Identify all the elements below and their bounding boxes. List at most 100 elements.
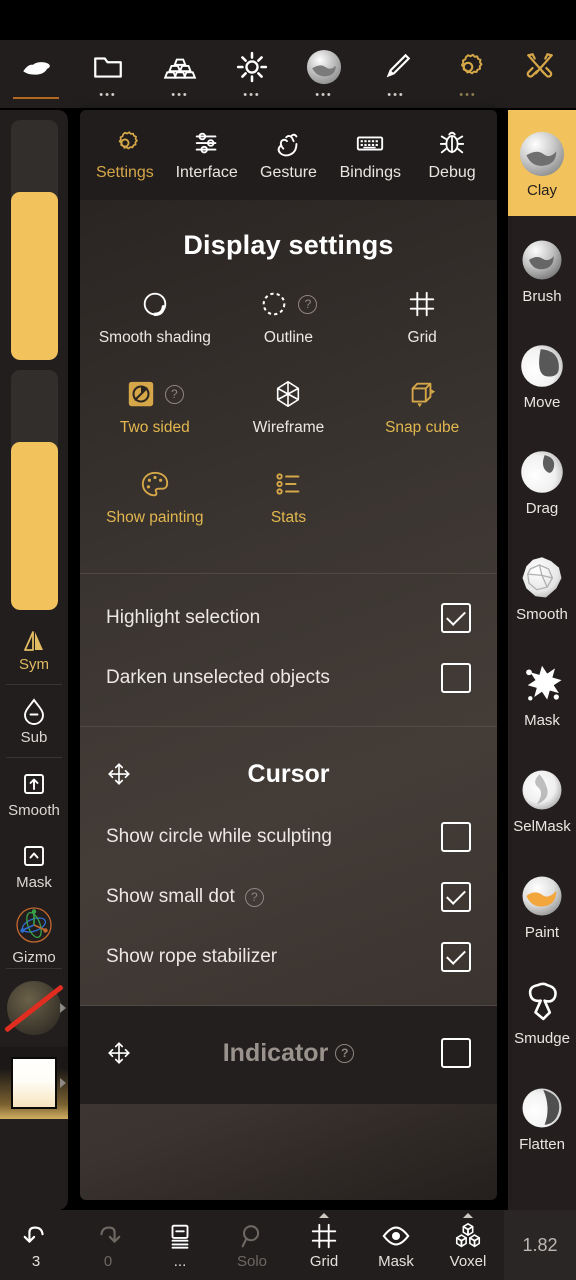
topbar-item-lighting[interactable]: ••• <box>216 40 288 108</box>
brush-label: Paint <box>524 923 560 941</box>
topbar-item-scene[interactable]: ••• <box>144 40 216 108</box>
topbar-item-files[interactable]: ••• <box>72 40 144 108</box>
show-circle-checkbox[interactable] <box>441 822 471 852</box>
brush-item-selmask[interactable]: SelMask <box>508 746 576 852</box>
brush-item-brush[interactable]: Brush <box>508 216 576 322</box>
help-icon[interactable]: ? <box>335 1043 355 1063</box>
two-sided-icon <box>128 381 154 407</box>
layers-button[interactable]: ... <box>144 1210 216 1280</box>
brush-item-drag[interactable]: Drag <box>508 428 576 534</box>
toggle-grid[interactable]: Grid <box>355 287 489 373</box>
brush-item-paint[interactable]: Paint <box>508 852 576 958</box>
swatch-fill <box>11 1057 57 1109</box>
toggle-smooth-shading[interactable]: Smooth shading <box>88 287 222 373</box>
toggle-two-sided[interactable]: ? Two sided <box>88 377 222 463</box>
row-show-small-dot[interactable]: Show small dot ? <box>80 867 497 927</box>
brush-item-smudge[interactable]: Smudge <box>508 958 576 1064</box>
panel-tab-bar: Settings Interface Gesture Bindings Debu… <box>80 110 497 200</box>
redo-button[interactable]: 0 <box>72 1210 144 1280</box>
brush-item-smooth[interactable]: Smooth <box>508 534 576 640</box>
brush-intensity-slider[interactable] <box>10 370 58 610</box>
gizmo-icon <box>16 906 52 943</box>
color-swatch[interactable] <box>0 1047 68 1119</box>
section-title: Cursor <box>247 759 330 788</box>
sidebar-item-label: Sub <box>20 728 48 746</box>
indicator-section-header[interactable]: Indicator ? <box>80 1020 497 1086</box>
toggle-outline[interactable]: ? Outline <box>222 287 356 373</box>
help-icon[interactable]: ? <box>244 887 264 907</box>
smudge-icon <box>528 982 557 1020</box>
sidebar-item-sub[interactable]: Sub <box>0 685 68 757</box>
show-rope-stabilizer-checkbox[interactable] <box>441 942 471 972</box>
topbar-item-settings[interactable]: ••• <box>432 40 504 108</box>
help-icon[interactable]: ? <box>164 384 184 404</box>
brush-radius-slider[interactable] <box>10 120 58 360</box>
toggle-show-painting[interactable]: Show painting <box>88 467 222 553</box>
bottom-toolbar: 3 0 ... Solo Grid Mask Voxel 1.82 <box>0 1210 576 1280</box>
mask-label: Mask <box>378 1252 414 1270</box>
topbar-item-sculpt[interactable] <box>0 40 72 108</box>
brush-label: Smooth <box>516 605 568 623</box>
topbar-item-material[interactable]: ••• <box>288 40 360 108</box>
toggle-stats[interactable]: Stats <box>222 467 356 553</box>
brush-icon <box>386 53 411 78</box>
move-sphere-icon <box>521 344 563 387</box>
magnifier-icon <box>241 1224 260 1247</box>
brush-item-mask[interactable]: Mask <box>508 640 576 746</box>
settings-panel: Settings Interface Gesture Bindings Debu… <box>80 110 497 1200</box>
row-show-circle[interactable]: Show circle while sculpting <box>80 807 497 867</box>
sidebar-item-mask[interactable]: Mask <box>0 830 68 902</box>
row-darken-unselected[interactable]: Darken unselected objects <box>80 648 497 708</box>
show-small-dot-checkbox[interactable] <box>441 882 471 912</box>
brush-label: SelMask <box>513 817 571 835</box>
tab-debug[interactable]: Debug <box>411 128 493 182</box>
topbar-item-paint[interactable]: ••• <box>360 40 432 108</box>
grid-button[interactable]: Grid <box>288 1210 360 1280</box>
tab-label: Gesture <box>260 164 317 181</box>
left-sidebar: Sym Sub Smooth Mask Gizmo <box>0 110 68 1210</box>
tab-gesture[interactable]: Gesture <box>248 128 330 182</box>
folder-icon <box>94 57 122 78</box>
highlight-selection-checkbox[interactable] <box>441 603 471 633</box>
selection-section: Highlight selection Darken unselected ob… <box>80 574 497 726</box>
square-up-arrow-icon <box>24 773 44 794</box>
brush-item-clay[interactable]: Clay <box>508 110 576 216</box>
dashed-circle-icon <box>263 292 286 316</box>
tab-interface[interactable]: Interface <box>166 128 248 182</box>
divider <box>80 573 497 574</box>
help-icon[interactable]: ? <box>298 294 318 314</box>
version-label: 1.82 <box>504 1210 576 1280</box>
symmetry-button[interactable]: Sym <box>0 618 68 684</box>
brush-item-flatten[interactable]: Flatten <box>508 1064 576 1170</box>
undo-button[interactable]: 3 <box>0 1210 72 1280</box>
row-highlight-selection[interactable]: Highlight selection <box>80 588 497 648</box>
hand-icon <box>278 133 298 157</box>
indicator-checkbox[interactable] <box>441 1038 471 1068</box>
display-toggle-grid: Smooth shading ? Outline Grid ? Two side… <box>80 287 497 569</box>
overflow-dots: ••• <box>387 89 405 101</box>
toggle-label: Show painting <box>106 509 204 526</box>
chevron-right-icon <box>60 1003 66 1013</box>
darken-unselected-checkbox[interactable] <box>441 663 471 693</box>
brush-item-move[interactable]: Move <box>508 322 576 428</box>
gear-icon <box>118 131 138 150</box>
solo-button[interactable]: Solo <box>216 1210 288 1280</box>
topbar-item-tools[interactable] <box>504 40 576 108</box>
cursor-section-header[interactable]: Cursor <box>80 741 497 807</box>
square-caret-up-icon <box>24 845 44 866</box>
row-show-rope-stabilizer[interactable]: Show rope stabilizer <box>80 927 497 987</box>
matcap-sphere-icon <box>306 49 342 85</box>
gear-icon <box>460 53 483 75</box>
sidebar-item-smooth[interactable]: Smooth <box>0 758 68 830</box>
tab-settings[interactable]: Settings <box>84 128 166 182</box>
circle-shade-icon <box>143 292 167 316</box>
cursor-section: Cursor Show circle while sculpting Show … <box>80 727 497 1005</box>
sidebar-item-gizmo[interactable]: Gizmo <box>0 902 68 968</box>
voxel-button[interactable]: Voxel <box>432 1210 504 1280</box>
material-preview[interactable] <box>0 969 68 1047</box>
toggle-wireframe[interactable]: Wireframe <box>222 377 356 463</box>
tab-bindings[interactable]: Bindings <box>329 128 411 182</box>
toggle-snap-cube[interactable]: Snap cube <box>355 377 489 463</box>
mask-button[interactable]: Mask <box>360 1210 432 1280</box>
brush-label: Brush <box>522 287 562 305</box>
